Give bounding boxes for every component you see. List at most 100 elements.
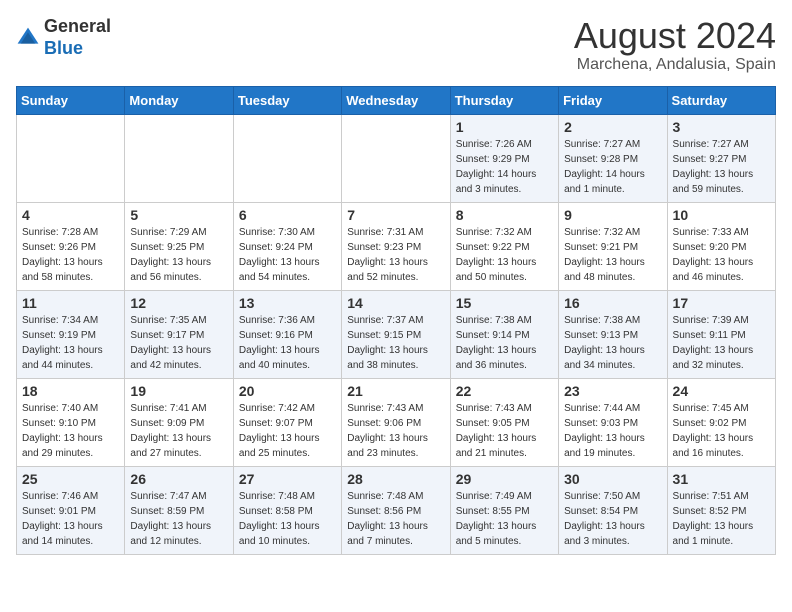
day-info: Sunrise: 7:31 AM Sunset: 9:23 PM Dayligh… xyxy=(347,225,444,285)
day-number: 13 xyxy=(239,295,336,311)
calendar-cell: 22 Sunrise: 7:43 AM Sunset: 9:05 PM Dayli… xyxy=(450,378,558,466)
calendar-cell: 21 Sunrise: 7:43 AM Sunset: 9:06 PM Dayli… xyxy=(342,378,450,466)
calendar-table: Sunday Monday Tuesday Wednesday Thursday… xyxy=(16,86,776,555)
logo-general-text: General xyxy=(44,16,111,36)
calendar-cell: 24 Sunrise: 7:45 AM Sunset: 9:02 PM Dayli… xyxy=(667,378,775,466)
day-number: 10 xyxy=(673,207,770,223)
week-row-5: 25Sunrise: 7:46 AM Sunset: 9:01 PM Dayli… xyxy=(17,466,776,554)
day-info: Sunrise: 7:26 AM Sunset: 9:29 PM Dayligh… xyxy=(456,137,553,197)
day-number: 19 xyxy=(130,383,227,399)
header-sunday: Sunday xyxy=(17,86,125,114)
day-info: Sunrise: 7:27 AM Sunset: 9:27 PM Dayligh… xyxy=(673,137,770,197)
logo-text: General Blue xyxy=(44,16,111,59)
calendar-cell: 7 Sunrise: 7:31 AM Sunset: 9:23 PM Daylig… xyxy=(342,202,450,290)
calendar-cell: 9 Sunrise: 7:32 AM Sunset: 9:21 PM Daylig… xyxy=(559,202,667,290)
calendar-cell: 4 Sunrise: 7:28 AM Sunset: 9:26 PM Daylig… xyxy=(17,202,125,290)
day-info: Sunrise: 7:28 AM Sunset: 9:26 PM Dayligh… xyxy=(22,225,119,285)
day-number: 22 xyxy=(456,383,553,399)
week-row-3: 11 Sunrise: 7:34 AM Sunset: 9:19 PM Dayli… xyxy=(17,290,776,378)
calendar-cell: 20Sunrise: 7:42 AM Sunset: 9:07 PM Dayli… xyxy=(233,378,341,466)
calendar-cell: 8 Sunrise: 7:32 AM Sunset: 9:22 PM Daylig… xyxy=(450,202,558,290)
calendar-cell: 10 Sunrise: 7:33 AM Sunset: 9:20 PM Dayli… xyxy=(667,202,775,290)
day-number: 4 xyxy=(22,207,119,223)
calendar-cell: 30Sunrise: 7:50 AM Sunset: 8:54 PM Dayli… xyxy=(559,466,667,554)
day-number: 14 xyxy=(347,295,444,311)
calendar-cell: 28 Sunrise: 7:48 AM Sunset: 8:56 PM Dayli… xyxy=(342,466,450,554)
calendar-cell xyxy=(342,114,450,202)
calendar-cell: 14Sunrise: 7:37 AM Sunset: 9:15 PM Dayli… xyxy=(342,290,450,378)
day-info: Sunrise: 7:34 AM Sunset: 9:19 PM Dayligh… xyxy=(22,313,119,373)
day-info: Sunrise: 7:30 AM Sunset: 9:24 PM Dayligh… xyxy=(239,225,336,285)
day-number: 18 xyxy=(22,383,119,399)
day-info: Sunrise: 7:51 AM Sunset: 8:52 PM Dayligh… xyxy=(673,489,770,549)
day-info: Sunrise: 7:35 AM Sunset: 9:17 PM Dayligh… xyxy=(130,313,227,373)
day-number: 25 xyxy=(22,471,119,487)
day-number: 17 xyxy=(673,295,770,311)
day-info: Sunrise: 7:43 AM Sunset: 9:05 PM Dayligh… xyxy=(456,401,553,461)
day-info: Sunrise: 7:29 AM Sunset: 9:25 PM Dayligh… xyxy=(130,225,227,285)
day-info: Sunrise: 7:32 AM Sunset: 9:22 PM Dayligh… xyxy=(456,225,553,285)
calendar-cell: 16 Sunrise: 7:38 AM Sunset: 9:13 PM Dayli… xyxy=(559,290,667,378)
calendar-cell: 27Sunrise: 7:48 AM Sunset: 8:58 PM Dayli… xyxy=(233,466,341,554)
day-number: 6 xyxy=(239,207,336,223)
day-info: Sunrise: 7:45 AM Sunset: 9:02 PM Dayligh… xyxy=(673,401,770,461)
calendar-cell: 1 Sunrise: 7:26 AM Sunset: 9:29 PM Daylig… xyxy=(450,114,558,202)
day-number: 5 xyxy=(130,207,227,223)
calendar-cell xyxy=(233,114,341,202)
calendar-cell: 3 Sunrise: 7:27 AM Sunset: 9:27 PM Daylig… xyxy=(667,114,775,202)
logo-blue-text: Blue xyxy=(44,38,83,58)
day-number: 7 xyxy=(347,207,444,223)
calendar-cell: 25Sunrise: 7:46 AM Sunset: 9:01 PM Dayli… xyxy=(17,466,125,554)
day-number: 29 xyxy=(456,471,553,487)
day-number: 21 xyxy=(347,383,444,399)
day-number: 24 xyxy=(673,383,770,399)
header-thursday: Thursday xyxy=(450,86,558,114)
day-number: 31 xyxy=(673,471,770,487)
day-number: 8 xyxy=(456,207,553,223)
day-number: 1 xyxy=(456,119,553,135)
day-info: Sunrise: 7:32 AM Sunset: 9:21 PM Dayligh… xyxy=(564,225,661,285)
calendar-cell: 23 Sunrise: 7:44 AM Sunset: 9:03 PM Dayli… xyxy=(559,378,667,466)
day-info: Sunrise: 7:48 AM Sunset: 8:58 PM Dayligh… xyxy=(239,489,336,549)
location-subtitle: Marchena, Andalusia, Spain xyxy=(574,56,776,74)
day-info: Sunrise: 7:44 AM Sunset: 9:03 PM Dayligh… xyxy=(564,401,661,461)
calendar-cell: 19Sunrise: 7:41 AM Sunset: 9:09 PM Dayli… xyxy=(125,378,233,466)
day-number: 30 xyxy=(564,471,661,487)
day-number: 23 xyxy=(564,383,661,399)
day-info: Sunrise: 7:38 AM Sunset: 9:14 PM Dayligh… xyxy=(456,313,553,373)
weekday-header-row: Sunday Monday Tuesday Wednesday Thursday… xyxy=(17,86,776,114)
calendar-cell: 6 Sunrise: 7:30 AM Sunset: 9:24 PM Daylig… xyxy=(233,202,341,290)
week-row-2: 4 Sunrise: 7:28 AM Sunset: 9:26 PM Daylig… xyxy=(17,202,776,290)
header-wednesday: Wednesday xyxy=(342,86,450,114)
week-row-4: 18Sunrise: 7:40 AM Sunset: 9:10 PM Dayli… xyxy=(17,378,776,466)
day-info: Sunrise: 7:43 AM Sunset: 9:06 PM Dayligh… xyxy=(347,401,444,461)
day-info: Sunrise: 7:33 AM Sunset: 9:20 PM Dayligh… xyxy=(673,225,770,285)
month-year-title: August 2024 xyxy=(574,16,776,56)
day-info: Sunrise: 7:42 AM Sunset: 9:07 PM Dayligh… xyxy=(239,401,336,461)
day-number: 9 xyxy=(564,207,661,223)
day-info: Sunrise: 7:48 AM Sunset: 8:56 PM Dayligh… xyxy=(347,489,444,549)
calendar-cell: 13 Sunrise: 7:36 AM Sunset: 9:16 PM Dayli… xyxy=(233,290,341,378)
header-tuesday: Tuesday xyxy=(233,86,341,114)
calendar-cell: 12Sunrise: 7:35 AM Sunset: 9:17 PM Dayli… xyxy=(125,290,233,378)
calendar-cell xyxy=(17,114,125,202)
title-block: August 2024 Marchena, Andalusia, Spain xyxy=(574,16,776,74)
logo-icon xyxy=(16,26,40,50)
day-number: 16 xyxy=(564,295,661,311)
header-friday: Friday xyxy=(559,86,667,114)
day-number: 11 xyxy=(22,295,119,311)
calendar-cell: 15Sunrise: 7:38 AM Sunset: 9:14 PM Dayli… xyxy=(450,290,558,378)
calendar-cell: 17 Sunrise: 7:39 AM Sunset: 9:11 PM Dayli… xyxy=(667,290,775,378)
calendar-cell: 11 Sunrise: 7:34 AM Sunset: 9:19 PM Dayli… xyxy=(17,290,125,378)
day-number: 28 xyxy=(347,471,444,487)
page-header: General Blue August 2024 Marchena, Andal… xyxy=(16,16,776,74)
day-info: Sunrise: 7:36 AM Sunset: 9:16 PM Dayligh… xyxy=(239,313,336,373)
day-info: Sunrise: 7:39 AM Sunset: 9:11 PM Dayligh… xyxy=(673,313,770,373)
calendar-cell: 26Sunrise: 7:47 AM Sunset: 8:59 PM Dayli… xyxy=(125,466,233,554)
header-saturday: Saturday xyxy=(667,86,775,114)
day-number: 3 xyxy=(673,119,770,135)
day-number: 26 xyxy=(130,471,227,487)
calendar-cell: 29Sunrise: 7:49 AM Sunset: 8:55 PM Dayli… xyxy=(450,466,558,554)
calendar-cell: 18Sunrise: 7:40 AM Sunset: 9:10 PM Dayli… xyxy=(17,378,125,466)
day-info: Sunrise: 7:38 AM Sunset: 9:13 PM Dayligh… xyxy=(564,313,661,373)
